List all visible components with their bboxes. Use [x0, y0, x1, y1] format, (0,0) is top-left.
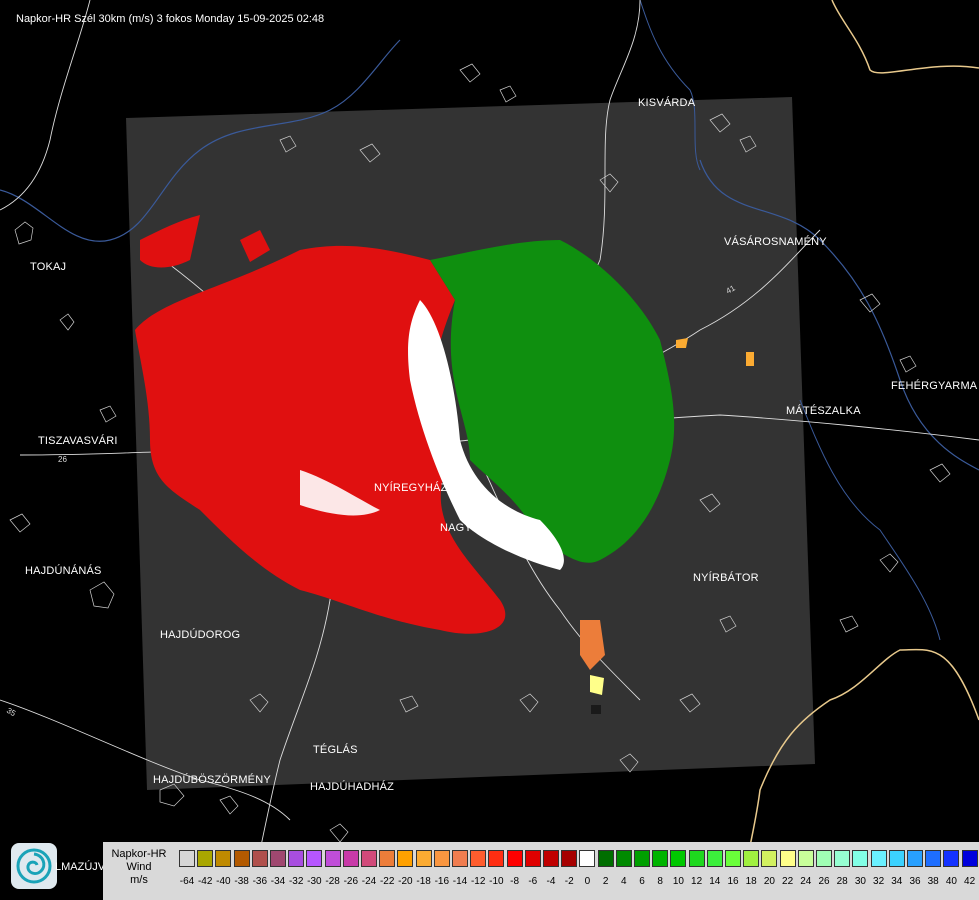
legend-swatch [688, 850, 705, 867]
city-label-teglas: TÉGLÁS [313, 744, 358, 756]
legend-swatch [579, 850, 596, 867]
map-header-title: Napkor-HR Szél 30km (m/s) 3 fokos Monday… [16, 13, 325, 25]
legend-title: Napkor-HR Wind m/s [107, 848, 171, 887]
legend-swatch [524, 850, 541, 867]
legend-swatch [543, 850, 559, 867]
city-label-nyiregyhaza: NYÍREGYHÁZA [374, 482, 456, 494]
legend-swatch [324, 850, 341, 867]
legend-tick-label: 42 [964, 876, 976, 887]
legend-swatch [670, 850, 687, 867]
legend-swatch [597, 850, 614, 867]
legend-swatch [379, 850, 396, 867]
city-label-hajduboszormeny: HAJDÚBÖSZÖRMÉNY [153, 774, 271, 786]
radar-map[interactable]: 26 35 41 [0, 0, 979, 900]
legend-swatch [888, 850, 905, 867]
city-label-hajdunanas: HAJDÚNÁNÁS [25, 565, 102, 577]
legend-swatch [870, 850, 887, 867]
river-east [799, 399, 941, 641]
legend-title-line-2: Wind [126, 861, 152, 873]
legend-swatch [270, 850, 286, 867]
legend-swatch [816, 850, 832, 867]
legend-swatch [907, 850, 923, 867]
legend-swatch [852, 850, 869, 867]
legend-swatch [779, 850, 796, 867]
legend-swatch [761, 850, 778, 867]
city-label-hajdudorog: HAJDÚDOROG [160, 629, 241, 641]
legend-swatch [561, 850, 578, 867]
legend-swatch [725, 850, 741, 867]
legend-swatch [251, 850, 268, 867]
legend-swatch [288, 850, 305, 867]
legend-swatch [361, 850, 377, 867]
legend-swatch [179, 850, 195, 867]
napkor-logo[interactable] [11, 843, 57, 889]
legend-swatch [397, 850, 414, 867]
road-number-26: 26 [58, 455, 67, 464]
legend-swatch [342, 850, 359, 867]
city-label-nagykallo: NAGYKÁLLÓ [440, 522, 509, 534]
legend-swatch [470, 850, 487, 867]
legend-swatch [834, 850, 851, 867]
city-label-mateszalka: MÁTÉSZALKA [786, 405, 861, 417]
legend-swatch [488, 850, 505, 867]
legend-swatch [743, 850, 760, 867]
legend-swatch [615, 850, 632, 867]
legend-swatch [652, 850, 669, 867]
city-label-hajduhadhaz: HAJDÚHADHÁZ [310, 781, 395, 793]
city-label-nyirbator: NYÍRBÁTOR [693, 572, 759, 584]
city-label-fehergyarmat: FEHÉRGYARMA [891, 380, 978, 392]
city-label-vasarosnameny: VÁSÁROSNAMÉNY [724, 236, 827, 248]
legend-swatch [452, 850, 468, 867]
road-number-35: 35 [5, 706, 18, 719]
legend-swatch [925, 850, 942, 867]
legend-swatch [433, 850, 450, 867]
legend-swatch [634, 850, 650, 867]
legend-swatch [797, 850, 814, 867]
legend-swatch [961, 850, 978, 867]
city-label-kisvarda: KISVÁRDA [638, 97, 696, 109]
legend-swatch [197, 850, 214, 867]
swirl-icon [16, 848, 52, 884]
legend-title-line-1: Napkor-HR [111, 848, 167, 860]
legend-swatch [215, 850, 232, 867]
city-label-tiszavasvari: TISZAVASVÁRI [38, 435, 118, 447]
legend-swatch [943, 850, 960, 867]
legend-title-line-3: m/s [130, 874, 148, 886]
legend-swatch [415, 850, 432, 867]
legend-swatch [233, 850, 250, 867]
legend-swatch [706, 850, 723, 867]
legend-swatch [306, 850, 323, 867]
wind-legend: Napkor-HR Wind m/s -64 -42 -40 -38 -36 -34 -32… [103, 842, 979, 900]
legend-swatch [506, 850, 523, 867]
city-label-tokaj: TOKAJ [30, 261, 67, 273]
